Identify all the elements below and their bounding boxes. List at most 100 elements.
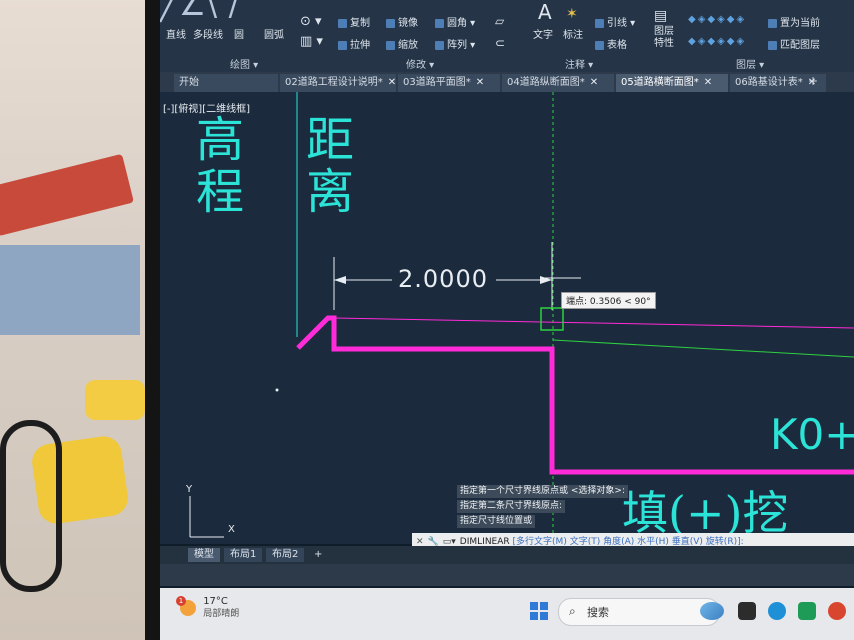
tab-label: 02道路工程设计说明* xyxy=(285,77,383,88)
layer-properties-icon: ▤ xyxy=(654,8,668,24)
taskbar-search-box[interactable]: ⌕ 搜索 xyxy=(558,598,720,626)
join-icon[interactable]: ⊂ xyxy=(495,36,505,50)
set-current-tool[interactable]: 置为当前 xyxy=(768,14,820,29)
tab-layout2[interactable]: 布局2 xyxy=(266,548,305,562)
circle-tool[interactable]: 圆 xyxy=(234,26,244,41)
scale-icon xyxy=(386,40,395,50)
command-history-line: 指定第二条尺寸界线原点: xyxy=(457,500,566,513)
search-icon: ⌕ xyxy=(569,604,576,618)
tab-road-plan[interactable]: 03道路平面图* ✕ xyxy=(398,74,500,92)
close-icon[interactable]: ✕ xyxy=(590,77,598,88)
match-layer-label: 匹配图层 xyxy=(780,40,820,51)
status-bar xyxy=(160,564,854,586)
dim-arrow-right xyxy=(540,276,552,284)
tab-layout1[interactable]: 布局1 xyxy=(224,548,263,562)
command-history-line: 指定尺寸线位置或 xyxy=(457,515,536,528)
close-icon[interactable]: ✕ xyxy=(388,77,396,88)
tab-label: 05道路横断面图* xyxy=(621,77,699,88)
close-icon[interactable]: ✕ xyxy=(704,77,712,88)
screen: ╱∠\ / 直线 多段线 圆 圆弧 ⊙ ▾ ▥ ▾ 复制 镜像 圆角 ▾ 拉伸 … xyxy=(160,0,854,640)
panel-modify-label[interactable]: 修改 ▾ xyxy=(406,56,434,71)
array-tool[interactable]: 阵列 ▾ xyxy=(435,36,475,51)
elevation-heading: 高程 xyxy=(196,112,245,220)
stretch-icon xyxy=(338,40,347,50)
drawing-canvas[interactable]: [-][俯视][二维线框] 高程 距离 2.0000 端点: 0.3506 < … xyxy=(160,92,854,544)
close-icon[interactable]: ✕ xyxy=(476,77,484,88)
array-label: 阵列 xyxy=(447,40,467,51)
add-layout-icon[interactable]: + xyxy=(308,548,328,562)
task-view-icon[interactable] xyxy=(738,602,756,620)
mirror-icon xyxy=(386,18,395,28)
leader-label: 引线 xyxy=(607,18,627,29)
circle-small-icon[interactable]: ⊙ ▾ xyxy=(300,14,322,29)
weather-temperature: 17°C xyxy=(203,596,228,607)
tab-cross-section[interactable]: 05道路横断面图* ✕ xyxy=(616,74,728,92)
arc-tool[interactable]: 圆弧 xyxy=(264,26,284,41)
search-placeholder: 搜索 xyxy=(587,606,609,619)
fillet-label: 圆角 xyxy=(447,18,467,29)
ucs-x-label: X xyxy=(228,524,235,535)
array-icon xyxy=(435,40,444,50)
weather-icon: 1 xyxy=(176,596,196,616)
distance-heading: 距离 xyxy=(306,112,355,220)
weather-widget[interactable]: 1 17°C 局部晴朗 xyxy=(176,596,240,620)
blue-box xyxy=(0,245,140,335)
app-icon[interactable] xyxy=(828,602,846,620)
tab-road-profile[interactable]: 04道路纵断面图* ✕ xyxy=(502,74,614,92)
offset-icon[interactable]: ▱ xyxy=(495,14,504,28)
panel-draw-label[interactable]: 绘图 ▾ xyxy=(230,56,258,71)
mirror-tool[interactable]: 镜像 xyxy=(386,14,418,29)
panel-modify-text: 修改 xyxy=(406,60,426,71)
windows-taskbar: 1 17°C 局部晴朗 ⌕ 搜索 xyxy=(160,588,854,640)
wechat-icon[interactable] xyxy=(798,602,816,620)
match-layer-icon xyxy=(768,40,777,50)
leader-icon xyxy=(595,18,604,28)
fillet-tool[interactable]: 圆角 ▾ xyxy=(435,14,475,29)
polyline-tool[interactable]: 多段线 xyxy=(193,26,223,41)
tab-label: 06路基设计表* xyxy=(735,77,803,88)
panel-annotate-text: 注释 xyxy=(565,60,585,71)
leader-tool[interactable]: 引线 ▾ xyxy=(595,14,635,29)
text-tool[interactable]: 文字 xyxy=(533,26,553,41)
set-current-icon xyxy=(768,18,777,28)
mirror-label: 镜像 xyxy=(398,18,418,29)
text-icon: A xyxy=(538,0,552,24)
table-label: 表格 xyxy=(607,40,627,51)
weather-condition: 局部晴朗 xyxy=(203,609,240,619)
magenta-thin-line xyxy=(333,317,854,329)
scale-label: 缩放 xyxy=(398,40,418,51)
panel-layer-text: 图层 xyxy=(736,60,756,71)
layer-state-icons-row2[interactable]: ◆◈◆◈◆◈ xyxy=(688,36,746,47)
match-layer-tool[interactable]: 匹配图层 xyxy=(768,36,820,51)
copy-tool[interactable]: 复制 xyxy=(338,14,370,29)
dimension-tool[interactable]: 标注 xyxy=(563,26,583,41)
scale-tool[interactable]: 缩放 xyxy=(386,36,418,51)
panel-layer-label[interactable]: 图层 ▾ xyxy=(736,56,764,71)
stretch-tool[interactable]: 拉伸 xyxy=(338,36,370,51)
line-tool[interactable]: 直线 xyxy=(166,26,186,41)
snap-tooltip: 端点: 0.3506 < 90° xyxy=(561,292,656,309)
point-marker xyxy=(275,388,279,392)
tab-model[interactable]: 模型 xyxy=(188,548,220,562)
hatch-icon[interactable]: ▥ ▾ xyxy=(300,34,323,49)
yellow-object xyxy=(85,380,145,420)
panel-annotate-label[interactable]: 注释 ▾ xyxy=(565,56,593,71)
windows-start-icon[interactable] xyxy=(530,602,548,620)
station-label: K0+ xyxy=(770,410,854,459)
layer-properties-tool[interactable]: 图层特性 xyxy=(654,26,678,50)
ucs-y-label: Y xyxy=(186,484,193,495)
tab-start[interactable]: 开始 xyxy=(174,74,278,92)
copilot-icon[interactable] xyxy=(700,602,724,620)
black-cable xyxy=(0,420,62,592)
set-current-label: 置为当前 xyxy=(780,18,820,29)
command-history-line: 指定第一个尺寸界线原点或 <选择对象>: xyxy=(457,485,628,498)
dimension-icon: ✶ xyxy=(566,6,578,22)
fillet-icon xyxy=(435,18,444,28)
tab-design-notes[interactable]: 02道路工程设计说明* ✕ xyxy=(280,74,396,92)
layer-state-icons-row1[interactable]: ◆◈◆◈◆◈ xyxy=(688,14,746,25)
table-tool[interactable]: 表格 xyxy=(595,36,627,51)
stretch-label: 拉伸 xyxy=(350,40,370,51)
edge-browser-icon[interactable] xyxy=(768,602,786,620)
new-tab-icon[interactable]: + xyxy=(808,74,818,88)
ribbon: ╱∠\ / 直线 多段线 圆 圆弧 ⊙ ▾ ▥ ▾ 复制 镜像 圆角 ▾ 拉伸 … xyxy=(160,0,854,73)
